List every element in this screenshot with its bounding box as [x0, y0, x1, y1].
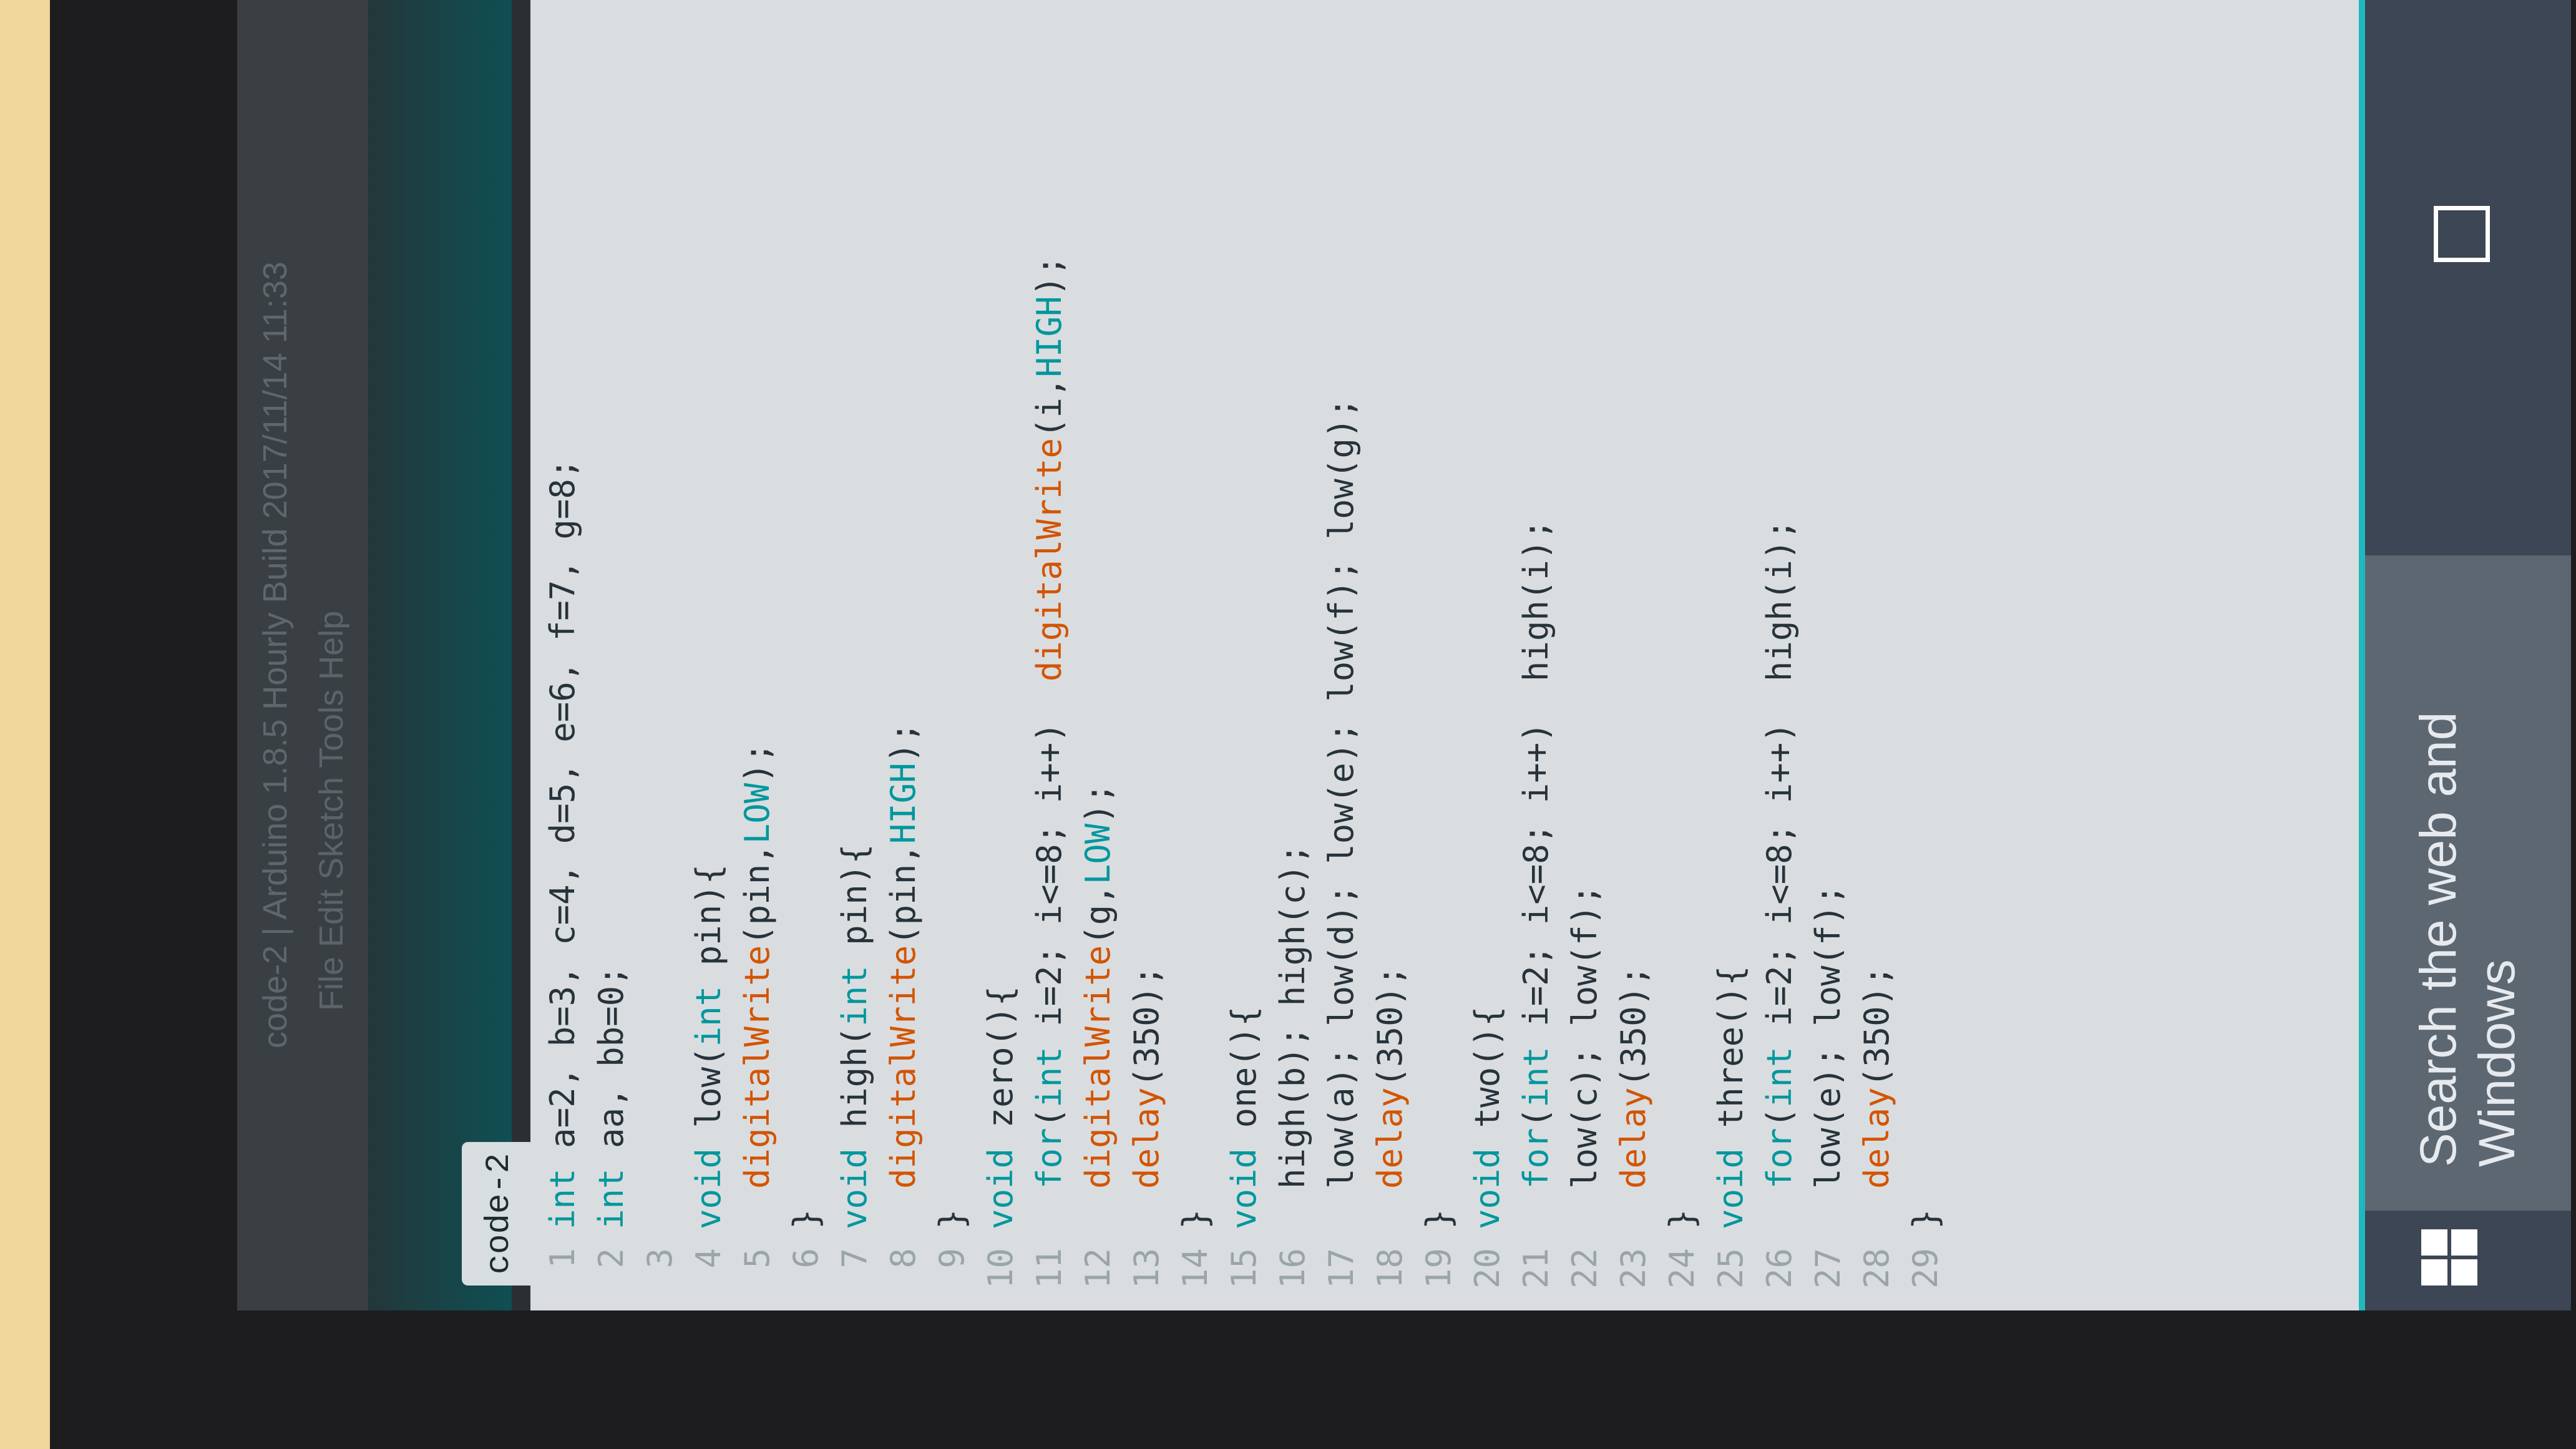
code-text: digitalWrite(pin,LOW); [738, 742, 777, 1189]
code-editor[interactable]: 1 int a=2, b=3, c=4, d=5, e=6, f=7, g=8; 2… [530, 0, 2359, 1310]
code-text: void one(){ [1224, 1006, 1264, 1229]
code-line[interactable]: 20 void two(){ [1468, 0, 1516, 1310]
code-text: high(b); high(c); [1273, 844, 1312, 1229]
line-number: 22 [1565, 1248, 1604, 1289]
line-number: 16 [1273, 1248, 1312, 1289]
code-line[interactable]: 24} [1662, 0, 1711, 1310]
line-number: 18 [1370, 1248, 1410, 1289]
code-text: delay(350); [1127, 965, 1166, 1189]
code-text: int aa, bb=0; [592, 965, 631, 1229]
code-text: } [1662, 1209, 1702, 1229]
code-line[interactable]: 12 digitalWrite(g,LOW); [1078, 0, 1127, 1310]
line-number: 8 [884, 1248, 923, 1269]
code-line[interactable]: 14} [1176, 0, 1224, 1310]
code-text: low(c); low(f); [1565, 884, 1604, 1229]
code-line[interactable]: 9} [932, 0, 981, 1310]
laptop-screen: code-2 | Arduino 1.8.5 Hourly Build 2017… [237, 0, 2552, 1310]
code-text: void two(){ [1468, 1006, 1507, 1229]
line-number: 12 [1078, 1248, 1118, 1289]
code-text: int a=2, b=3, c=4, d=5, e=6, f=7, g=8; [543, 458, 582, 1229]
code-text: } [1176, 1209, 1215, 1229]
line-number: 11 [1030, 1248, 1069, 1289]
line-number: 20 [1468, 1248, 1507, 1289]
code-line[interactable]: 10 void zero(){ [981, 0, 1030, 1310]
window-title: code-2 | Arduino 1.8.5 Hourly Build 2017… [256, 261, 294, 1048]
line-number: 25 [1711, 1248, 1750, 1289]
code-line[interactable]: 28 delay(350); [1857, 0, 1906, 1310]
line-number: 29 [1906, 1248, 1945, 1289]
code-line[interactable]: 19} [1419, 0, 1468, 1310]
code-text: low(e); low(f); [1808, 884, 1848, 1229]
code-line[interactable]: 23 delay(350); [1614, 0, 1662, 1310]
code-line[interactable]: 21 for(int i=2; i<=8; i++) high(i); [1516, 0, 1565, 1310]
code-line[interactable]: 8 digitalWrite(pin,HIGH); [884, 0, 932, 1310]
code-text: digitalWrite(pin,HIGH); [884, 722, 923, 1189]
code-line[interactable]: 15 void one(){ [1224, 0, 1273, 1310]
toolbar-background [368, 0, 512, 1310]
line-number: 1 [543, 1248, 582, 1269]
code-line[interactable]: 13 delay(350); [1127, 0, 1176, 1310]
code-line[interactable]: 25 void three(){ [1711, 0, 1760, 1310]
code-text: void three(){ [1711, 965, 1750, 1229]
line-number: 19 [1419, 1248, 1458, 1289]
windows-taskbar: Search the web and Windows [2365, 0, 2571, 1310]
code-text: digitalWrite(g,LOW); [1078, 783, 1118, 1189]
code-text: void low(int pin){ [689, 864, 728, 1229]
windows-start-icon[interactable] [2421, 1229, 2477, 1286]
code-line[interactable]: 29} [1906, 0, 1954, 1310]
code-text: void zero(){ [981, 985, 1020, 1229]
line-number: 28 [1857, 1248, 1896, 1289]
code-text: delay(350); [1370, 965, 1410, 1189]
code-line[interactable]: 22 low(c); low(f); [1565, 0, 1614, 1310]
line-number: 26 [1760, 1248, 1799, 1289]
line-number: 14 [1176, 1248, 1215, 1289]
line-number: 24 [1662, 1248, 1702, 1289]
line-number: 15 [1224, 1248, 1264, 1289]
line-number: 4 [689, 1248, 728, 1269]
code-text: for(int i=2; i<=8; i++) digitalWrite(i,H… [1030, 255, 1069, 1189]
code-text: for(int i=2; i<=8; i++) high(i); [1760, 519, 1799, 1189]
code-text: delay(350); [1614, 965, 1653, 1189]
code-line[interactable]: 7 void high(int pin){ [835, 0, 884, 1310]
code-text: } [932, 1209, 972, 1229]
code-text: void high(int pin){ [835, 844, 874, 1229]
code-text: } [786, 1209, 826, 1229]
code-line[interactable]: 17 low(a); low(d); low(e); low(f); low(g… [1322, 0, 1370, 1310]
task-view-icon[interactable] [2434, 206, 2490, 262]
toolbar [368, 0, 512, 1310]
line-number: 5 [738, 1248, 777, 1269]
menu-bar[interactable]: File Edit Sketch Tools Help [312, 611, 351, 1011]
code-line[interactable]: 11 for(int i=2; i<=8; i++) digitalWrite(… [1030, 0, 1078, 1310]
code-text: } [1419, 1209, 1458, 1229]
line-number: 6 [786, 1248, 826, 1269]
code-line[interactable]: 1 int a=2, b=3, c=4, d=5, e=6, f=7, g=8; [543, 0, 592, 1310]
arduino-ide-window: code-2 | Arduino 1.8.5 Hourly Build 2017… [237, 0, 2552, 1310]
line-number: 17 [1322, 1248, 1361, 1289]
code-line[interactable]: 3 [640, 0, 689, 1310]
code-line[interactable]: 27 low(e); low(f); [1808, 0, 1857, 1310]
code-text: } [1906, 1209, 1945, 1229]
code-line[interactable]: 26 for(int i=2; i<=8; i++) high(i); [1760, 0, 1808, 1310]
line-number: 10 [981, 1248, 1020, 1289]
line-number: 13 [1127, 1248, 1166, 1289]
code-line[interactable]: 16 high(b); high(c); [1273, 0, 1322, 1310]
code-line[interactable]: 4 void low(int pin){ [689, 0, 738, 1310]
line-number: 23 [1614, 1248, 1653, 1289]
code-text: delay(350); [1857, 965, 1896, 1189]
code-text: low(a); low(d); low(e); low(f); low(g); [1322, 398, 1361, 1229]
line-number: 21 [1516, 1248, 1556, 1289]
line-number: 2 [592, 1248, 631, 1269]
line-number: 9 [932, 1248, 972, 1269]
code-line[interactable]: 2 int aa, bb=0; [592, 0, 640, 1310]
line-number: 27 [1808, 1248, 1848, 1289]
code-line[interactable]: 6} [786, 0, 835, 1310]
tab-code-2[interactable]: code-2 [462, 1142, 537, 1286]
code-line[interactable]: 18 delay(350); [1370, 0, 1419, 1310]
line-number: 3 [640, 1248, 680, 1269]
line-number: 7 [835, 1248, 874, 1269]
search-input[interactable]: Search the web and Windows [2365, 555, 2571, 1211]
code-line[interactable]: 5 digitalWrite(pin,LOW); [738, 0, 786, 1310]
title-bar: code-2 | Arduino 1.8.5 Hourly Build 2017… [237, 0, 368, 1310]
code-text: for(int i=2; i<=8; i++) high(i); [1516, 519, 1556, 1189]
